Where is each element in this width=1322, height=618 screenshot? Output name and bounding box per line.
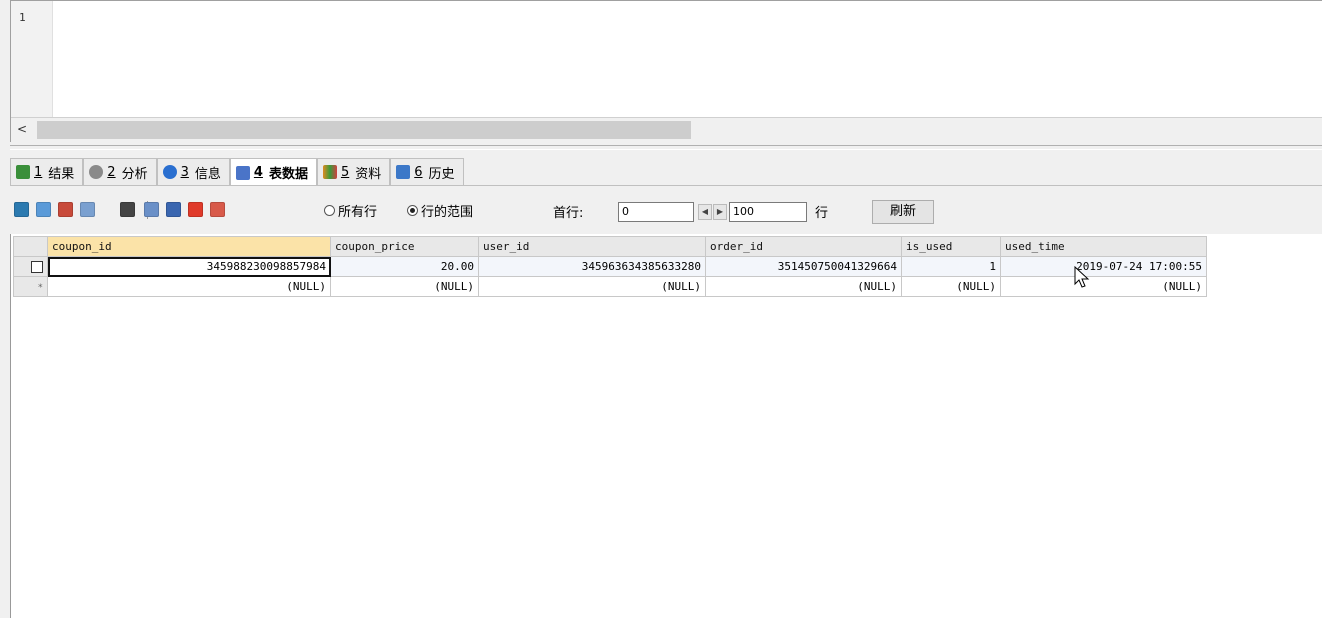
history-icon [396,165,411,179]
column-header[interactable]: is_used [901,236,1001,257]
refresh-button[interactable]: 刷新 [872,200,934,224]
copy-row-icon[interactable] [58,202,73,217]
row-checkbox[interactable] [13,256,48,277]
tab-profiler[interactable]: 2 分析 [83,158,157,185]
table-row-new[interactable]: * (NULL) (NULL) (NULL) (NULL) (NULL) (NU… [13,276,1207,297]
tab-label: 信息 [194,166,221,182]
table-cell[interactable]: (NULL) [1000,276,1207,297]
tabs-baseline [10,185,1322,186]
tab-label: 历史 [428,166,455,182]
filter-icon[interactable] [120,202,135,217]
grid-toolbar: 所有行 行的范围 首行: 0 ◀ ▶ 100 行 刷新 [10,196,1322,226]
tab-label: 表数据 [268,167,308,182]
table-cell[interactable]: 20.00 [330,256,479,277]
checkbox-icon[interactable] [31,261,43,273]
profiler-icon [89,165,104,179]
table-data-icon [235,165,250,180]
table-cell[interactable]: (NULL) [478,276,706,297]
table-cell[interactable]: (NULL) [705,276,902,297]
table-cell[interactable]: (NULL) [47,276,331,297]
new-row-marker: * [13,276,48,297]
splitter[interactable] [10,145,1322,150]
scroll-left-button[interactable]: < [11,118,33,141]
line-number-gutter: 1 [11,1,53,117]
result-icon [16,165,30,179]
table-cell[interactable]: (NULL) [901,276,1001,297]
cancel-changes-icon[interactable] [210,202,225,217]
table-row[interactable]: 345988230098857984 20.00 345963634385633… [13,256,1207,277]
table-cell[interactable]: 1 [901,256,1001,277]
line-number: 1 [19,11,26,24]
tab-number: 1 [34,164,43,180]
radio-all-rows[interactable]: 所有行 [324,201,377,220]
tab-number: 6 [414,164,423,180]
column-header[interactable]: coupon_price [330,236,479,257]
header-row: coupon_id coupon_price user_id order_id … [13,236,1207,257]
scroll-thumb[interactable] [37,121,691,139]
column-header[interactable]: user_id [478,236,706,257]
tab-label: 分析 [121,166,148,182]
tab-history[interactable]: 6 历史 [390,158,464,185]
column-header[interactable]: coupon_id [47,236,331,257]
prev-page-button[interactable]: ◀ [698,204,712,220]
grid-corner[interactable] [13,236,48,257]
column-header[interactable]: order_id [705,236,902,257]
first-row-input[interactable]: 0 [618,202,694,222]
table-cell[interactable]: 351450750041329664 [705,256,902,277]
tab-number: 4 [253,165,263,180]
tab-number: 5 [340,164,350,180]
rows-label: 行 [815,206,829,221]
info-chart-icon [322,165,337,179]
next-page-button[interactable]: ▶ [713,204,727,220]
radio-circle[interactable] [324,205,335,216]
table-data-grid: coupon_id coupon_price user_id order_id … [10,234,1322,618]
duplicate-row-icon[interactable] [36,202,51,217]
radio-label: 行的范围 [421,205,474,220]
tab-info-chart[interactable]: 5 资料 [316,158,391,185]
result-tabs: 1 结果 2 分析 3 信息 4 表数据 5 资料 6 历史 [10,158,464,186]
insert-row-icon[interactable] [14,202,29,217]
tab-number: 3 [180,164,189,180]
column-header[interactable]: used_time [1000,236,1207,257]
table-cell[interactable]: 2019-07-24 17:00:55 [1000,256,1207,277]
tab-label: 资料 [355,166,382,182]
horizontal-scrollbar[interactable]: < [11,117,1322,142]
radio-row-range[interactable]: 行的范围 [407,201,473,220]
save-icon[interactable] [166,202,181,217]
tab-table-data[interactable]: 4 表数据 [229,158,317,186]
tab-result[interactable]: 1 结果 [10,158,84,185]
delete-icon[interactable] [188,202,203,217]
row-count-input[interactable]: 100 [729,202,807,222]
paste-row-icon[interactable] [80,202,95,217]
first-row-label: 首行: [553,206,584,221]
radio-circle[interactable] [407,205,418,216]
tab-label: 结果 [48,166,75,182]
table-cell[interactable]: (NULL) [330,276,479,297]
table-cell[interactable]: 345963634385633280 [478,256,706,277]
tab-info[interactable]: 3 信息 [156,158,230,185]
tab-number: 2 [107,164,116,180]
radio-label: 所有行 [338,205,378,220]
mouse-cursor-icon [1074,266,1090,288]
table-cell[interactable]: 345988230098857984 [47,256,331,277]
info-icon [162,165,177,179]
data-table: coupon_id coupon_price user_id order_id … [13,236,1207,297]
sql-editor[interactable]: 1 < [10,0,1322,142]
reset-filter-icon[interactable] [144,202,159,217]
new-row-star: * [37,283,43,293]
